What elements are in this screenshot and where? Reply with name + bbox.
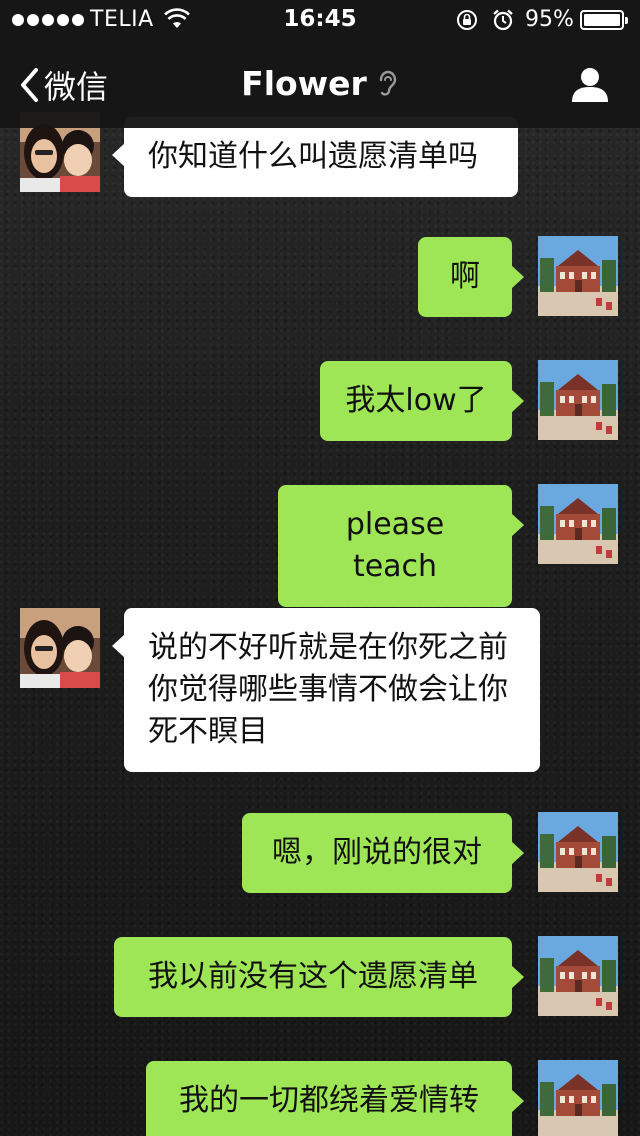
message-text: 嗯，刚说的很对 (272, 835, 482, 870)
message-bubble-incoming[interactable]: 你知道什么叫遗愿清单吗 (112, 117, 518, 197)
earpiece-icon (379, 70, 397, 96)
top-bar: TELIA 16:45 95% 微信 Flower (0, 0, 640, 128)
message-bubble-incoming[interactable]: 说的不好听就是在你死之前你觉得哪些事情不做会让你死不瞑目 (112, 608, 540, 772)
profile-icon[interactable] (570, 64, 610, 104)
message-bubble-outgoing[interactable]: please teach (278, 485, 524, 607)
battery-icon (580, 10, 628, 30)
my-avatar[interactable] (538, 360, 618, 440)
message-text: 啊 (450, 259, 480, 294)
my-avatar[interactable] (538, 812, 618, 892)
message-text: 我以前没有这个遗愿清单 (148, 959, 478, 994)
chat-title: Flower (0, 64, 640, 103)
message-text: 你知道什么叫遗愿清单吗 (148, 139, 478, 174)
contact-avatar[interactable] (20, 608, 100, 688)
message-bubble-outgoing[interactable]: 啊 (418, 237, 524, 317)
nav-bar: 微信 Flower (0, 40, 640, 128)
message-text: 说的不好听就是在你死之前你觉得哪些事情不做会让你死不瞑目 (148, 630, 508, 749)
contact-name: Flower (241, 64, 367, 103)
my-avatar[interactable] (538, 1060, 618, 1136)
message-text: please teach (345, 507, 445, 584)
message-text: 我太low了 (345, 383, 487, 418)
alarm-icon (493, 9, 513, 31)
my-avatar[interactable] (538, 484, 618, 564)
my-avatar[interactable] (538, 936, 618, 1016)
my-avatar[interactable] (538, 236, 618, 316)
message-bubble-outgoing[interactable]: 我的一切都绕着爱情转 (146, 1061, 524, 1136)
status-bar: TELIA 16:45 95% (0, 0, 640, 40)
rotation-lock-icon (457, 10, 477, 30)
message-text: 我的一切都绕着爱情转 (179, 1083, 479, 1118)
message-bubble-outgoing[interactable]: 我以前没有这个遗愿清单 (114, 937, 524, 1017)
message-bubble-outgoing[interactable]: 我太low了 (320, 361, 524, 441)
message-bubble-outgoing[interactable]: 嗯，刚说的很对 (242, 813, 524, 893)
battery-percent: 95% (525, 7, 574, 32)
